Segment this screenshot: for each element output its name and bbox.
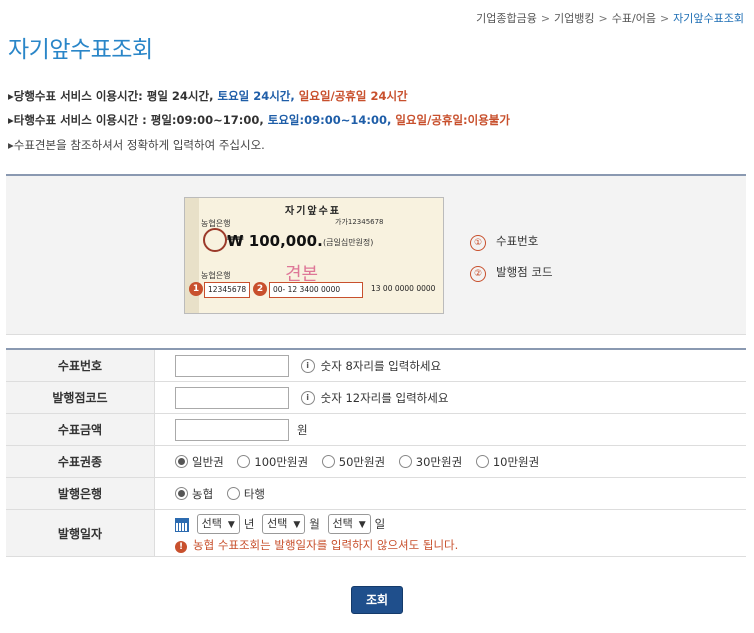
form-row-cheque-number: 수표번호 i 숫자 8자리를 입력하세요 [6, 349, 746, 382]
notice-text: ▸당행수표 서비스 이용시간: 평일 24시간, [8, 89, 214, 103]
field-label: 수표금액 [6, 413, 155, 446]
cheque-inquiry-form: 수표번호 i 숫자 8자리를 입력하세요 발행점코드 i 숫자 12자리를 입력하세… [6, 348, 746, 557]
cheque-number-input[interactable] [175, 354, 289, 377]
info-icon: i [300, 358, 315, 373]
radio-label[interactable]: 10만원권 [493, 455, 539, 469]
field-label: 발행일자 [6, 509, 155, 557]
radio-denomination-50man[interactable] [321, 455, 335, 468]
amount-input[interactable] [175, 418, 289, 441]
year-unit: 년 [243, 516, 255, 531]
radio-bank-other[interactable] [226, 487, 240, 500]
notice-guide: ▸수표견본을 참조하셔서 정확하게 입력하여 주십시오. [8, 138, 265, 152]
bank-seal-icon [203, 228, 227, 252]
year-select[interactable]: 선택 ▼ [196, 513, 240, 534]
field-label: 수표권종 [6, 445, 155, 478]
notice-holiday: 일요일/공휴일:이용불가 [395, 113, 510, 127]
chevron-right-icon: > [598, 12, 608, 25]
amount-unit: 원 [297, 422, 308, 437]
chevron-down-icon: ▼ [227, 519, 235, 530]
field-hint: 숫자 12자리를 입력하세요 [320, 390, 449, 405]
calendar-icon[interactable] [175, 517, 189, 532]
form-row-issue-date: 발행일자 선택 ▼ 년 선택 ▼ 월 선택 ▼ 일 ! 농협 수표조회는 발행일자를 입력하지… [6, 509, 746, 557]
chevron-right-icon: > [659, 12, 670, 25]
field-label: 발행은행 [6, 477, 155, 510]
legend-label: 수표번호 [496, 234, 539, 248]
legend-num: ① [470, 235, 486, 251]
radio-label[interactable]: 100만원권 [254, 455, 308, 469]
legend-item: ② 발행점 코드 [470, 264, 553, 282]
marker-2: 2 [253, 282, 267, 296]
radio-label[interactable]: 일반권 [192, 455, 224, 469]
field-label: 수표번호 [6, 349, 155, 382]
radio-label[interactable]: 타행 [244, 487, 265, 501]
legend-label: 발행점 코드 [496, 265, 553, 279]
notice-own-bank-hours: ▸당행수표 서비스 이용시간: 평일 24시간, 토요일 24시간, 일요일/공… [8, 88, 408, 104]
info-icon: i [300, 390, 315, 405]
form-row-denomination: 수표권종 일반권 100만원권 50만원권 30만원권 10만원권 [6, 445, 746, 478]
page-title: 자기앞수표조회 [8, 37, 153, 63]
radio-label[interactable]: 50만원권 [339, 455, 385, 469]
notice-saturday: 토요일 24시간, [217, 89, 295, 103]
field-label: 발행점코드 [6, 381, 155, 414]
date-warning: ! 농협 수표조회는 발행일자를 입력하지 않으셔도 됩니다. [175, 537, 746, 553]
notice-holiday: 일요일/공휴일 24시간 [298, 89, 408, 103]
radio-denomination-100man[interactable] [237, 455, 251, 468]
radio-denomination-30man[interactable] [398, 455, 412, 468]
legend-item: ① 수표번호 [470, 233, 538, 251]
breadcrumb-item[interactable]: 기업뱅킹 [554, 12, 594, 25]
branch-code-input[interactable] [175, 386, 289, 409]
day-unit: 일 [374, 516, 386, 531]
chevron-right-icon: > [540, 12, 551, 25]
radio-label[interactable]: 30만원권 [416, 455, 462, 469]
notice-saturday: 토요일:09:00~14:00, [267, 113, 392, 127]
warning-text: 농협 수표조회는 발행일자를 입력하지 않으셔도 됩니다. [193, 537, 459, 552]
radio-label[interactable]: 농협 [192, 487, 213, 501]
field-hint: 숫자 8자리를 입력하세요 [320, 358, 442, 373]
form-row-issuing-bank: 발행은행 농협 타행 [6, 477, 746, 510]
notice-other-bank-hours: ▸타행수표 서비스 이용시간 : 평일:09:00~17:00, 토요일:09:… [8, 112, 510, 128]
breadcrumb-item[interactable]: 기업종합금융 [476, 12, 537, 25]
cheque-bank-bottom: 농협은행 [201, 271, 231, 280]
radio-bank-nonghyup[interactable] [175, 487, 188, 500]
cheque-title: 자기앞수표 [285, 206, 341, 217]
month-select[interactable]: 선택 ▼ [262, 513, 306, 534]
search-button[interactable]: 조회 [351, 586, 403, 614]
cheque-sample-image: 자기앞수표 농협은행 가가12345678 ₩ 100,000. (금일십만원정… [184, 197, 444, 314]
legend-num: ② [470, 266, 486, 282]
chevron-down-icon: ▼ [293, 519, 301, 530]
cheque-field-branch: 00- 12 3400 0000 [269, 282, 363, 298]
breadcrumb: 기업종합금융 > 기업뱅킹 > 수표/어음 > 자기앞수표조회 [476, 10, 744, 26]
cheque-field-number: 12345678 [204, 282, 250, 298]
cheque-amount: ₩ 100,000. [227, 232, 323, 250]
cheque-amount-words: (금일십만원정) [323, 238, 374, 247]
cheque-serial: 가가12345678 [335, 218, 384, 226]
breadcrumb-item[interactable]: 수표/어음 [612, 12, 656, 25]
marker-1: 1 [189, 282, 203, 296]
cheque-field-other: 13 00 0000 0000 [371, 284, 436, 293]
notice-text: ▸타행수표 서비스 이용시간 : 평일:09:00~17:00, [8, 113, 264, 127]
day-select[interactable]: 선택 ▼ [327, 513, 371, 534]
form-row-branch-code: 발행점코드 i 숫자 12자리를 입력하세요 [6, 381, 746, 414]
chevron-down-icon: ▼ [358, 519, 366, 530]
cheque-sample-panel: 자기앞수표 농협은행 가가12345678 ₩ 100,000. (금일십만원정… [6, 174, 746, 335]
exclamation-icon: ! [175, 540, 187, 553]
month-unit: 월 [309, 516, 320, 531]
radio-denomination-general[interactable] [175, 455, 188, 468]
form-row-amount: 수표금액 원 [6, 413, 746, 446]
breadcrumb-current: 자기앞수표조회 [673, 12, 744, 25]
radio-denomination-10man[interactable] [475, 455, 489, 468]
